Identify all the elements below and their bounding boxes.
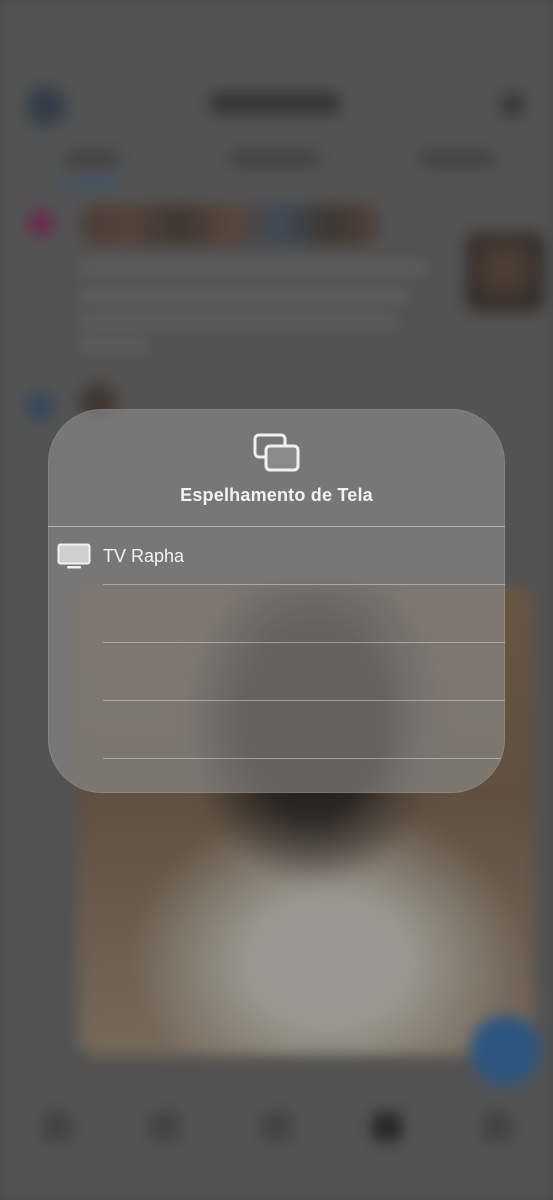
device-row-tv-rapha[interactable]: TV Rapha — [48, 527, 505, 585]
device-label: TV Rapha — [103, 546, 185, 566]
empty-device-row — [48, 643, 505, 701]
screen: Espelhamento de Tela TV Rapha — [0, 0, 553, 1200]
tv-icon — [57, 543, 91, 569]
empty-device-row — [48, 585, 505, 643]
row-separator — [103, 758, 505, 759]
screen-mirroring-panel: Espelhamento de Tela TV Rapha — [48, 409, 505, 793]
screen-mirroring-icon — [253, 433, 300, 472]
panel-title: Espelhamento de Tela — [180, 485, 373, 505]
empty-device-row — [48, 701, 505, 759]
panel-header: Espelhamento de Tela — [48, 409, 505, 527]
